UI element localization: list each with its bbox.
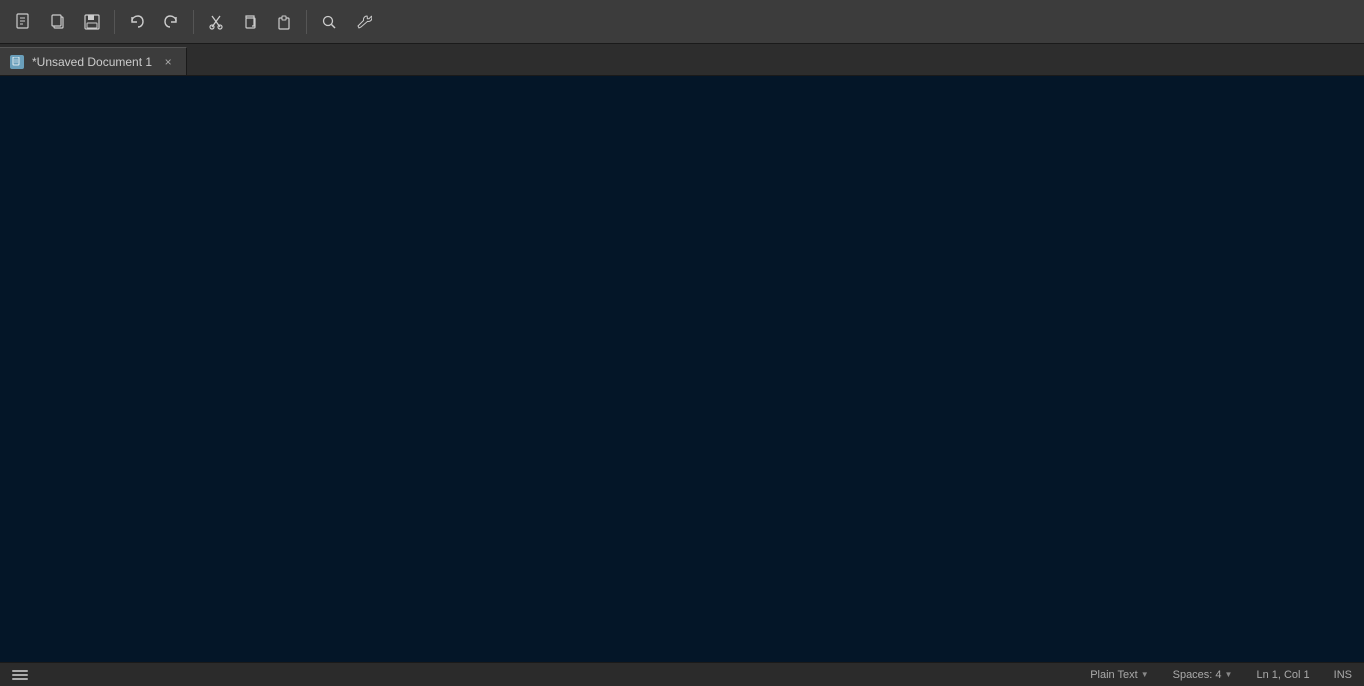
toolbar [0,0,1364,44]
redo-button[interactable] [155,6,187,38]
cursor-position: Ln 1, Col 1 [1252,669,1313,681]
statusbar-right: Plain Text ▼ Spaces: 4 ▼ Ln 1, Col 1 INS [1086,669,1356,681]
tab-bar: *Unsaved Document 1 × [0,44,1364,76]
language-dropdown-icon: ▼ [1141,670,1149,679]
ins-label: INS [1334,669,1352,681]
separator-3 [306,10,307,34]
spaces-label: Spaces: 4 [1173,669,1222,681]
tab-file-icon [10,55,24,69]
sidebar-toggle-button[interactable] [8,667,32,683]
tab-title: *Unsaved Document 1 [32,55,152,69]
tools-button[interactable] [347,6,379,38]
spaces-selector[interactable]: Spaces: 4 ▼ [1169,669,1237,681]
position-label: Ln 1, Col 1 [1256,669,1309,681]
duplicate-button[interactable] [42,6,74,38]
status-bar: Plain Text ▼ Spaces: 4 ▼ Ln 1, Col 1 INS [0,662,1364,686]
undo-button[interactable] [121,6,153,38]
copy-button[interactable] [234,6,266,38]
statusbar-left [8,667,32,683]
separator-1 [114,10,115,34]
save-button[interactable] [76,6,108,38]
editor-area[interactable] [0,76,1364,662]
ins-mode[interactable]: INS [1330,669,1356,681]
document-tab[interactable]: *Unsaved Document 1 × [0,47,187,75]
paste-button[interactable] [268,6,300,38]
language-selector[interactable]: Plain Text ▼ [1086,669,1152,681]
separator-2 [193,10,194,34]
spaces-dropdown-icon: ▼ [1225,670,1233,679]
sidebar-icon [12,667,28,683]
tab-close-button[interactable]: × [160,54,176,70]
new-file-button[interactable] [8,6,40,38]
language-label: Plain Text [1090,669,1138,681]
find-button[interactable] [313,6,345,38]
cut-button[interactable] [200,6,232,38]
